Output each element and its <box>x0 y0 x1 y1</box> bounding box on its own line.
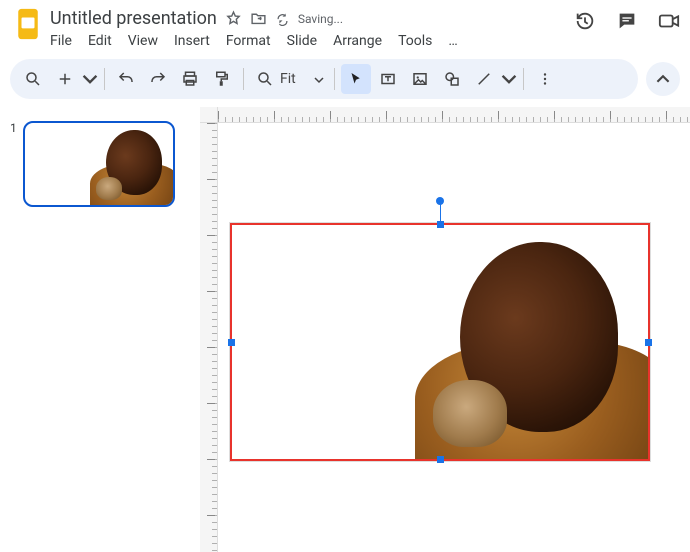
new-slide-icon[interactable] <box>50 64 80 94</box>
separator <box>523 68 524 90</box>
slide-thumbnail-1[interactable] <box>23 121 175 207</box>
separator <box>243 68 244 90</box>
menu-view[interactable]: View <box>128 33 158 49</box>
menu-edit[interactable]: Edit <box>88 33 112 49</box>
separator <box>104 68 105 90</box>
separator <box>334 68 335 90</box>
resize-handle-right[interactable] <box>645 339 652 346</box>
search-menus-icon[interactable] <box>18 64 48 94</box>
collapse-toolbar-icon[interactable] <box>646 62 680 96</box>
menu-bar: File Edit View Insert Format Slide Arran… <box>50 29 574 55</box>
more-tools-icon[interactable] <box>530 64 560 94</box>
image-icon[interactable] <box>405 64 435 94</box>
line-dropdown-icon[interactable] <box>501 64 517 94</box>
image-selection-outline[interactable] <box>230 223 650 461</box>
ruler-corner <box>200 107 218 123</box>
thumbnail-image <box>80 123 173 205</box>
line-icon[interactable] <box>469 64 499 94</box>
menu-arrange[interactable]: Arrange <box>333 33 382 49</box>
toolbar: Fit <box>10 59 638 99</box>
horizontal-ruler <box>218 107 690 123</box>
menu-more[interactable]: … <box>448 33 457 49</box>
menu-file[interactable]: File <box>50 33 72 49</box>
resize-handle-bottom[interactable] <box>437 456 444 463</box>
new-slide-dropdown-icon[interactable] <box>82 64 98 94</box>
shape-icon[interactable] <box>437 64 467 94</box>
menu-tools[interactable]: Tools <box>398 33 432 49</box>
comments-icon[interactable] <box>616 10 638 32</box>
history-icon[interactable] <box>574 10 596 32</box>
menu-slide[interactable]: Slide <box>287 33 317 49</box>
video-call-icon[interactable] <box>658 10 680 32</box>
vertical-ruler <box>200 123 218 552</box>
menu-format[interactable]: Format <box>226 33 271 49</box>
slide-panel: 1 <box>0 107 200 552</box>
rotation-handle[interactable] <box>436 197 444 205</box>
resize-handle-top[interactable] <box>437 221 444 228</box>
select-tool-icon[interactable] <box>341 64 371 94</box>
menu-insert[interactable]: Insert <box>174 33 210 49</box>
doc-title[interactable]: Untitled presentation <box>50 8 217 29</box>
zoom-icon[interactable] <box>254 64 276 94</box>
save-status: Saving... <box>298 12 343 26</box>
slides-logo[interactable] <box>10 6 46 42</box>
slide-number: 1 <box>10 121 17 538</box>
resize-handle-left[interactable] <box>228 339 235 346</box>
textbox-icon[interactable] <box>373 64 403 94</box>
canvas[interactable] <box>200 107 690 552</box>
zoom-level[interactable]: Fit <box>280 71 296 87</box>
undo-icon[interactable] <box>111 64 141 94</box>
zoom-dropdown-icon[interactable] <box>314 70 324 89</box>
move-folder-icon[interactable] <box>250 10 267 27</box>
star-icon[interactable] <box>225 10 242 27</box>
cloud-sync-icon[interactable] <box>275 11 290 26</box>
paint-format-icon[interactable] <box>207 64 237 94</box>
redo-icon[interactable] <box>143 64 173 94</box>
print-icon[interactable] <box>175 64 205 94</box>
